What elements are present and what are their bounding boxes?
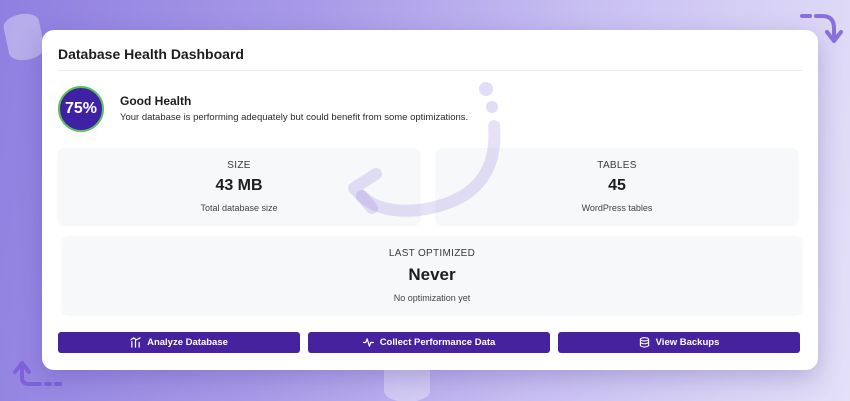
- view-backups-button[interactable]: View Backups: [558, 332, 800, 353]
- dashboard-title: Database Health Dashboard: [58, 46, 244, 62]
- database-icon: [639, 337, 649, 348]
- stat-value: Never: [408, 265, 456, 284]
- stat-card-tables: TABLES 45 WordPress tables: [436, 148, 798, 224]
- stat-subtitle: No optimization yet: [393, 293, 471, 303]
- stat-subtitle: Total database size: [200, 203, 278, 213]
- title-divider: [58, 70, 802, 71]
- analyze-database-button[interactable]: Analyze Database: [58, 332, 300, 353]
- health-status-description: Your database is performing adequately b…: [120, 112, 469, 123]
- stat-subtitle: WordPress tables: [581, 203, 653, 213]
- health-status-title: Good Health: [120, 94, 192, 108]
- stat-card-size: SIZE 43 MB Total database size: [58, 148, 420, 224]
- stat-value: 45: [608, 177, 626, 194]
- stat-label: LAST OPTIMIZED: [388, 248, 476, 259]
- database-decoration-icon: [1, 10, 47, 64]
- stat-value: 43 MB: [215, 177, 263, 194]
- collect-performance-data-button[interactable]: Collect Performance Data: [308, 332, 550, 353]
- stat-label: TABLES: [597, 160, 637, 171]
- analyze-database-label: Analyze Database: [147, 337, 228, 348]
- health-score-value: 75%: [64, 100, 98, 117]
- stat-label: SIZE: [227, 160, 251, 171]
- health-score-badge: 75%: [58, 86, 104, 132]
- collect-performance-data-label: Collect Performance Data: [379, 337, 496, 348]
- bar-chart-icon: [130, 337, 141, 348]
- activity-icon: [362, 338, 374, 347]
- stat-card-last-optimized: LAST OPTIMIZED Never No optimization yet: [62, 236, 802, 314]
- dashboard-card: Database Health Dashboard 75% Good Healt…: [42, 30, 818, 370]
- view-backups-label: View Backups: [655, 337, 720, 348]
